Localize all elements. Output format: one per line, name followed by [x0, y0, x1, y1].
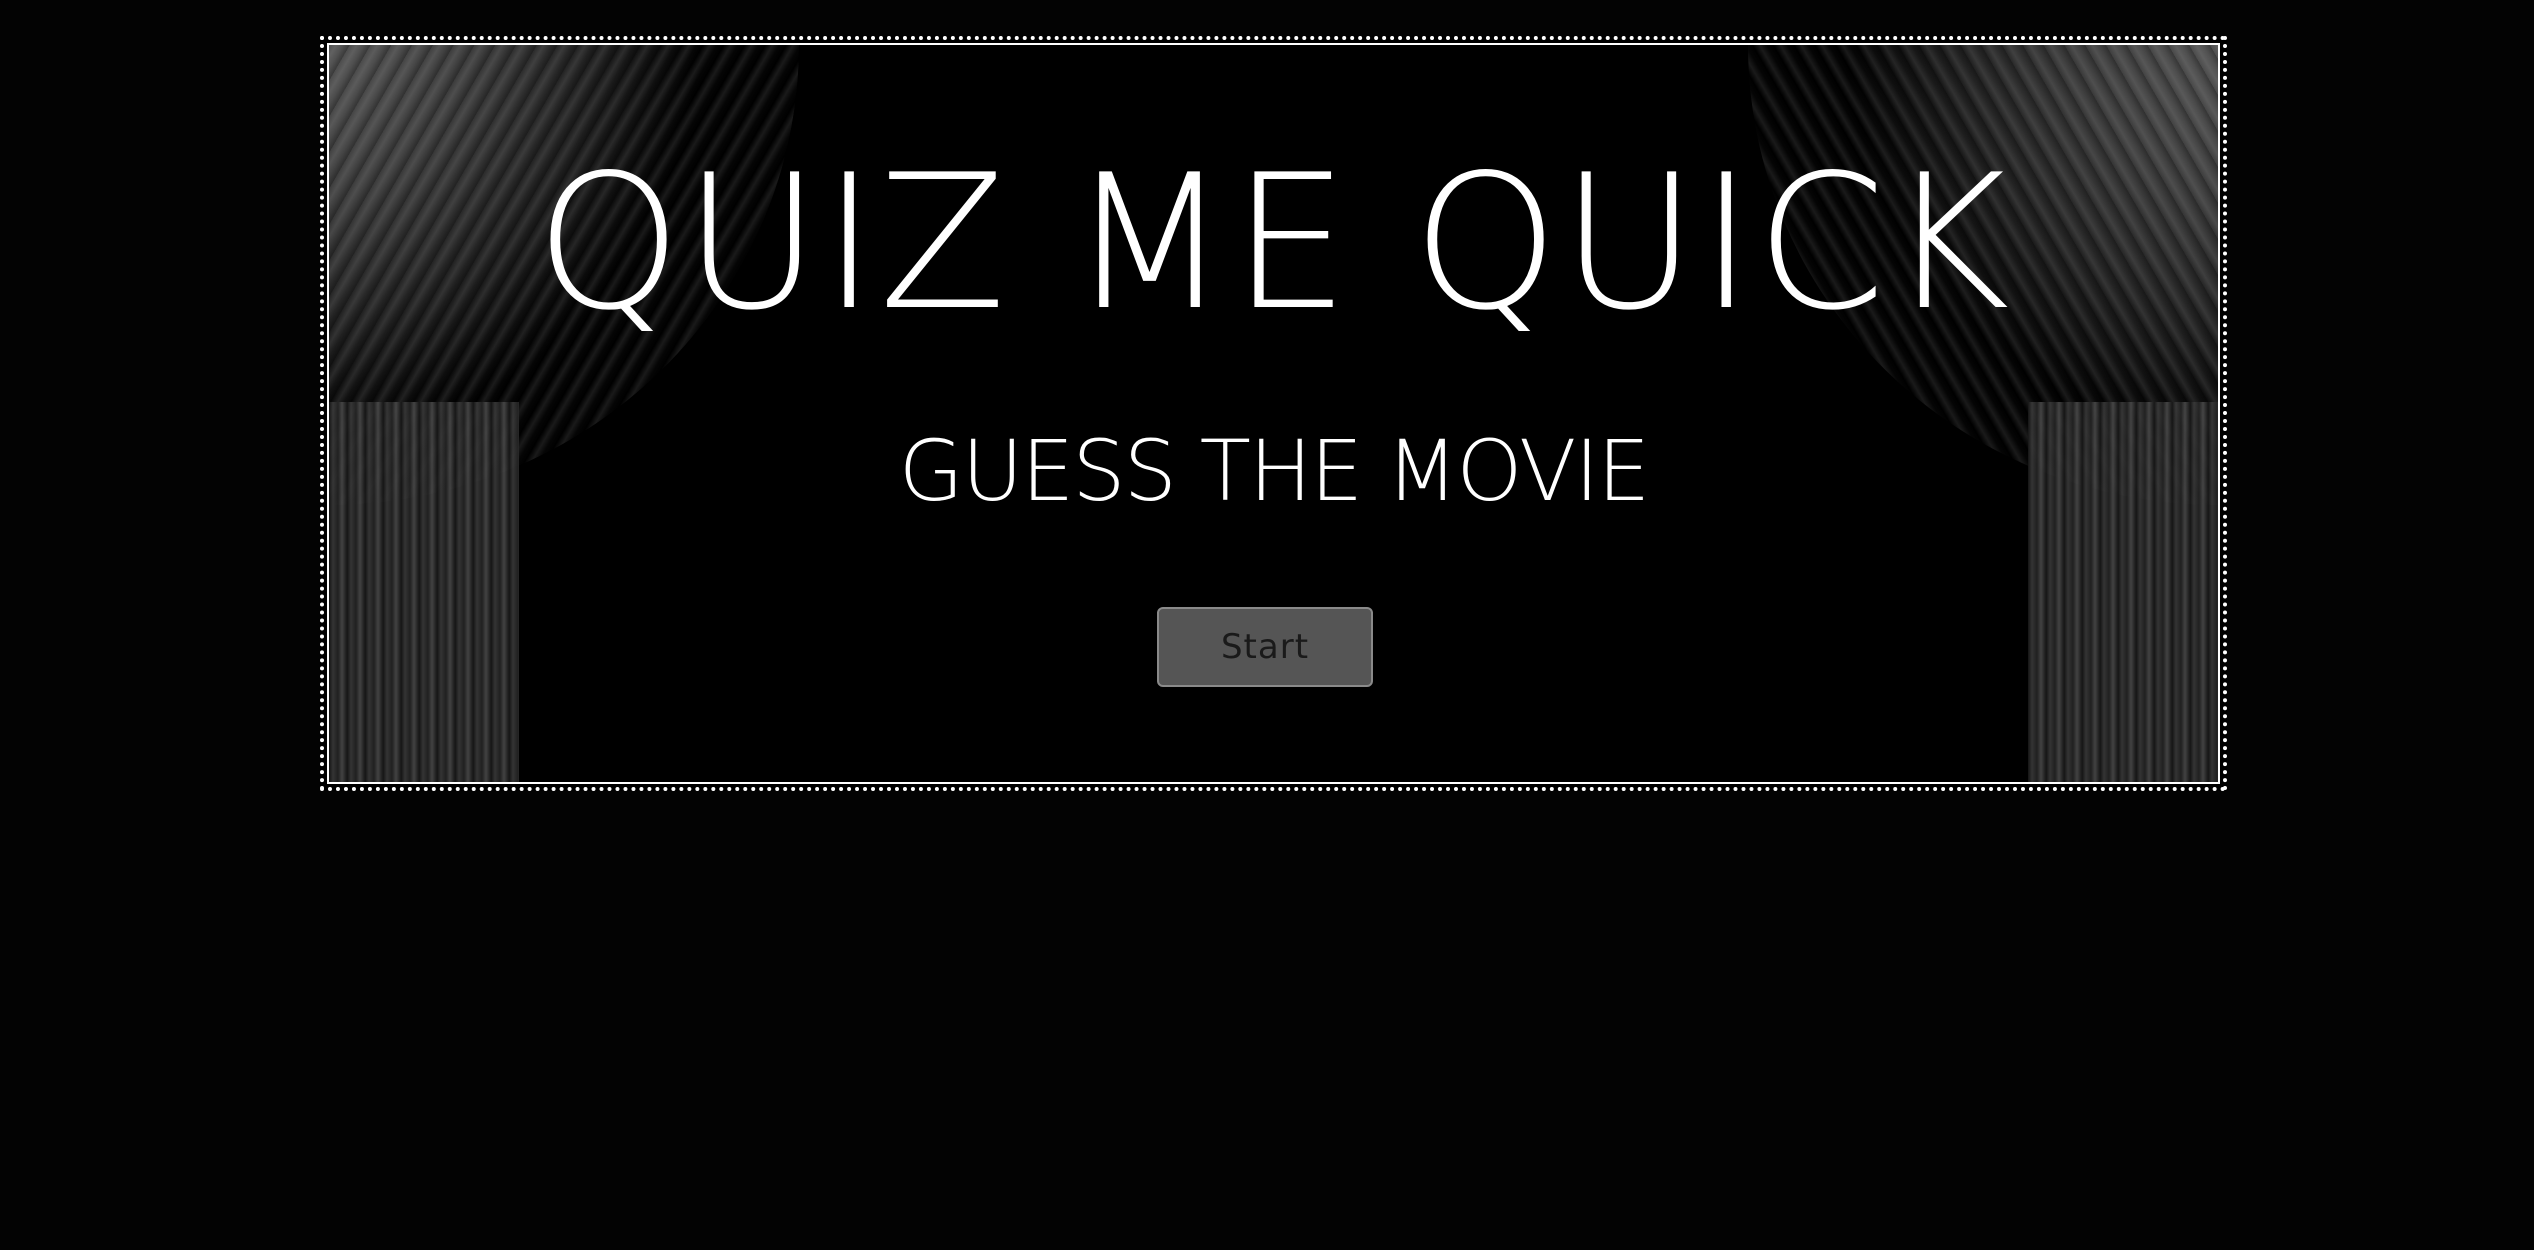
game-subtitle: GUESS THE MOVIE [898, 422, 1651, 520]
game-title: QUIZ ME QUICK [535, 134, 2012, 351]
stage-inner: QUIZ ME QUICK GUESS THE MOVIE Start [327, 43, 2220, 784]
start-button[interactable]: Start [1157, 607, 1373, 687]
stage-frame: QUIZ ME QUICK GUESS THE MOVIE Start [320, 36, 2227, 791]
